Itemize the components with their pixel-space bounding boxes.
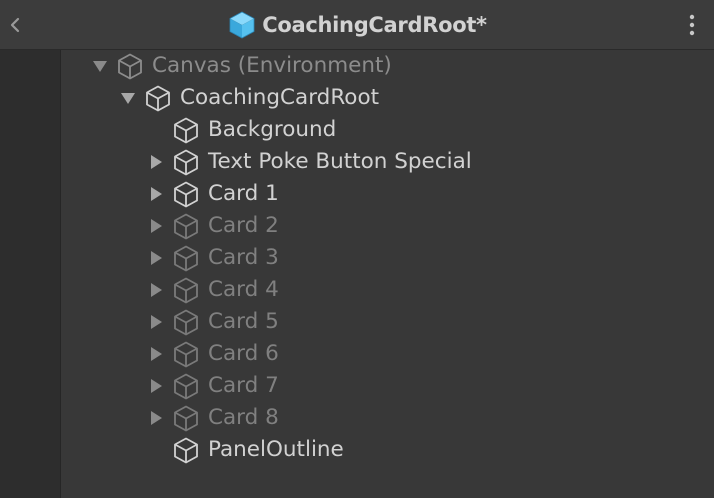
gameobject-cube-icon [174,149,198,176]
hierarchy-item[interactable]: Card 6 [61,338,714,370]
gameobject-cube-icon [118,53,142,80]
gameobject-cube-icon [146,85,170,112]
hierarchy-item-label: Background [208,117,337,142]
gameobject-cube-icon [174,437,198,464]
hierarchy-item[interactable]: Card 4 [61,274,714,306]
gameobject-cube-icon [174,117,198,144]
hierarchy-item[interactable]: CoachingCardRoot [61,82,714,114]
prefab-title: CoachingCardRoot* [262,12,487,37]
hierarchy-item-label: Card 6 [208,341,279,366]
hierarchy-item-label: Card 3 [208,245,279,270]
foldout-collapsed-arrow-icon[interactable] [148,218,164,234]
hierarchy-item[interactable]: Canvas (Environment) [61,50,714,82]
foldout-expanded-arrow-icon[interactable] [120,90,136,106]
more-options-button[interactable] [680,0,704,49]
hierarchy-item-label: Card 7 [208,373,279,398]
foldout-collapsed-arrow-icon[interactable] [148,154,164,170]
gameobject-cube-icon [174,405,198,432]
gameobject-cube-icon [174,181,198,208]
foldout-collapsed-arrow-icon[interactable] [148,186,164,202]
gameobject-cube-icon [174,245,198,272]
foldout-expanded-arrow-icon[interactable] [92,58,108,74]
hierarchy-item[interactable]: Card 8 [61,402,714,434]
gameobject-cube-icon [174,373,198,400]
hierarchy-item-label: PanelOutline [208,437,344,462]
back-button[interactable] [0,0,30,49]
hierarchy-item-label: Text Poke Button Special [208,149,472,174]
hierarchy-item[interactable]: Card 2 [61,210,714,242]
prefab-mode-header: CoachingCardRoot* [0,0,714,50]
hierarchy-item[interactable]: Card 1 [61,178,714,210]
prefab-cube-icon [229,11,255,38]
hierarchy-window: CoachingCardRoot* Canvas (Environment) Co… [0,0,714,498]
foldout-collapsed-arrow-icon[interactable] [148,314,164,330]
gameobject-cube-icon [174,213,198,240]
foldout-collapsed-arrow-icon[interactable] [148,346,164,362]
hierarchy-item-label: Card 2 [208,213,279,238]
vertical-dots-menu-icon [689,14,695,35]
hierarchy-item[interactable]: Text Poke Button Special [61,146,714,178]
header-title-group: CoachingCardRoot* [0,0,714,49]
chevron-left-icon [10,17,20,32]
gameobject-cube-icon [174,341,198,368]
foldout-collapsed-arrow-icon[interactable] [148,378,164,394]
hierarchy-item[interactable]: Card 7 [61,370,714,402]
hierarchy-item[interactable]: Card 3 [61,242,714,274]
foldout-collapsed-arrow-icon[interactable] [148,410,164,426]
hierarchy-item-label: Canvas (Environment) [152,53,392,78]
hierarchy-item-label: Card 1 [208,181,279,206]
foldout-collapsed-arrow-icon[interactable] [148,250,164,266]
hierarchy-item[interactable]: Background [61,114,714,146]
hierarchy-item[interactable]: PanelOutline [61,434,714,466]
gameobject-cube-icon [174,309,198,336]
hierarchy-item[interactable]: Card 5 [61,306,714,338]
hierarchy-item-label: Card 5 [208,309,279,334]
hierarchy-item-label: CoachingCardRoot [180,85,380,110]
hierarchy-item-label: Card 8 [208,405,279,430]
hierarchy-gutter [0,50,61,498]
gameobject-cube-icon [174,277,198,304]
hierarchy-tree: Canvas (Environment) CoachingCardRoot Back… [61,50,714,498]
hierarchy-item-label: Card 4 [208,277,279,302]
foldout-collapsed-arrow-icon[interactable] [148,282,164,298]
